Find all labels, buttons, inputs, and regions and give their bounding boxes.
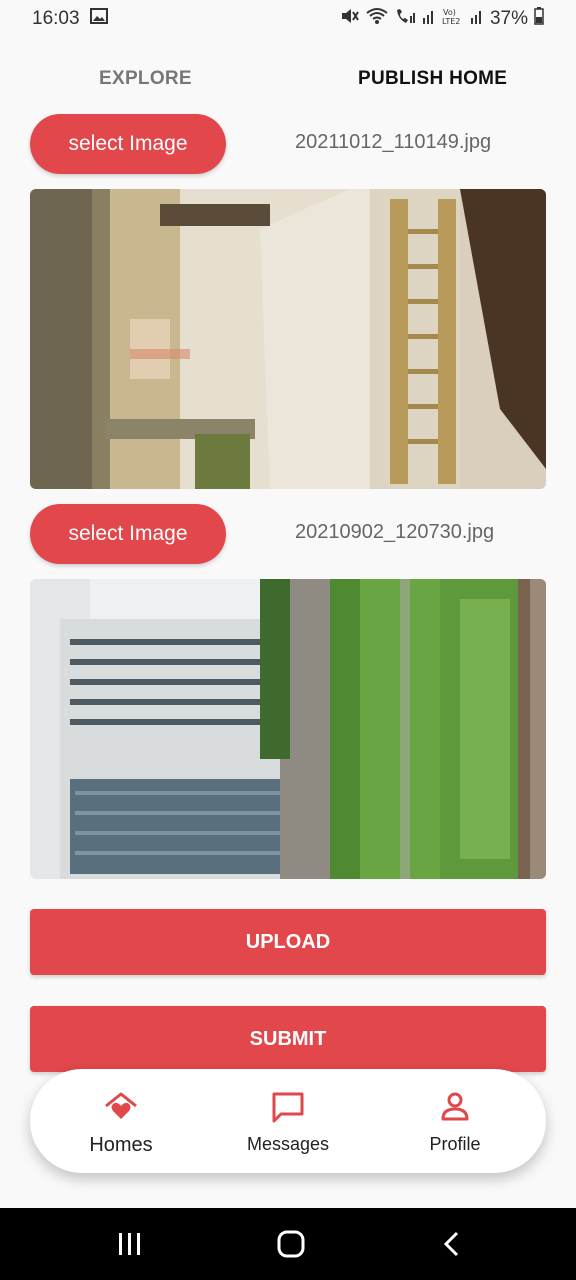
- tab-explore[interactable]: EXPLORE: [99, 68, 192, 90]
- image-preview-1: [30, 189, 546, 489]
- home-icon[interactable]: [277, 1230, 305, 1263]
- chat-bubble-icon: [271, 1091, 305, 1128]
- svg-text:Vo): Vo): [443, 8, 456, 17]
- upload-button[interactable]: UPLOAD: [30, 909, 546, 975]
- nav-label-homes: Homes: [89, 1134, 153, 1156]
- nav-label-messages: Messages: [246, 1134, 330, 1154]
- back-icon[interactable]: [440, 1230, 462, 1263]
- nav-item-homes[interactable]: Homes: [61, 1091, 181, 1156]
- nav-item-profile[interactable]: Profile: [395, 1091, 515, 1155]
- clock: 16:03: [32, 8, 80, 29]
- home-heart-icon: [103, 1091, 139, 1128]
- gallery-icon: [89, 8, 108, 30]
- image-slot-1: select Image 20211012_110149.jpg: [30, 114, 546, 174]
- top-tabs: EXPLORE PUBLISH HOME: [0, 56, 576, 100]
- tab-publish-home[interactable]: PUBLISH HOME: [358, 68, 507, 90]
- person-icon: [440, 1091, 470, 1128]
- wifi-call-icon: [394, 7, 416, 31]
- select-image-button-2[interactable]: select Image: [30, 504, 226, 564]
- file-name-1: 20211012_110149.jpg: [295, 131, 492, 153]
- mute-icon: [340, 7, 360, 31]
- nav-item-messages[interactable]: Messages: [228, 1091, 348, 1155]
- svg-text:LTE2: LTE2: [442, 17, 460, 26]
- volte-icon: Vo) LTE2: [442, 6, 464, 32]
- image-preview-2: [30, 579, 546, 879]
- wifi-icon: [366, 7, 388, 31]
- signal-icon: [470, 7, 484, 31]
- battery-icon: [534, 7, 544, 31]
- submit-button[interactable]: SUBMIT: [30, 1006, 546, 1072]
- recent-apps-icon[interactable]: [117, 1230, 143, 1263]
- file-name-2: 20210902_120730.jpg: [295, 521, 495, 543]
- bottom-navigation: Homes Messages Profile: [30, 1069, 546, 1173]
- select-image-button-1[interactable]: select Image: [30, 114, 226, 174]
- status-bar: 16:03 Vo) LTE2 37%: [0, 0, 576, 38]
- nav-label-profile: Profile: [429, 1134, 481, 1154]
- system-navigation-bar: [0, 1208, 576, 1280]
- signal-icon: [422, 7, 436, 31]
- image-slot-2: select Image 20210902_120730.jpg: [30, 504, 546, 564]
- battery-percentage: 37%: [489, 8, 528, 29]
